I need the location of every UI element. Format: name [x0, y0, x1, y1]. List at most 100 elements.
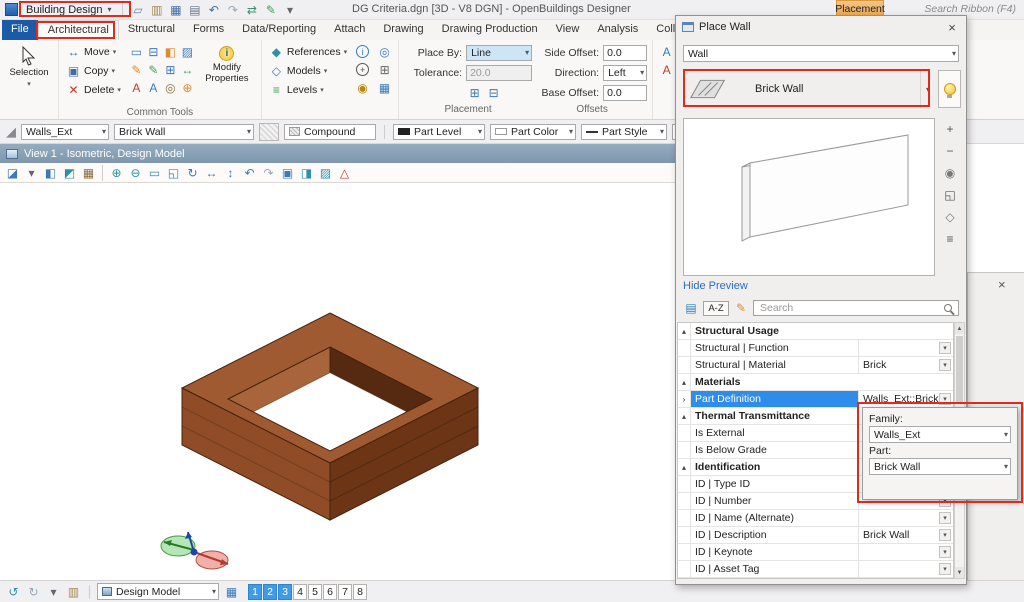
part-select[interactable]: Brick Wall ▾: [869, 458, 1011, 475]
previous-view-icon[interactable]: ↺: [5, 583, 22, 600]
zoom-previous-icon[interactable]: ↶: [241, 164, 258, 181]
place-text-icon[interactable]: A: [145, 79, 162, 96]
property-value-combo[interactable]: Brick▾: [859, 357, 953, 373]
measure-icon[interactable]: △: [336, 164, 353, 181]
models-folder-icon[interactable]: ▥: [65, 583, 82, 600]
text-style-a-icon[interactable]: A: [658, 43, 675, 60]
named-boundary-icon[interactable]: ▦: [376, 79, 393, 96]
clip-volume-icon[interactable]: ◨: [298, 164, 315, 181]
property-value-combo[interactable]: ▾: [859, 340, 953, 356]
view-display-mode-icon[interactable]: ◪: [4, 164, 21, 181]
explode-icon[interactable]: ⊕: [179, 79, 196, 96]
compound-swatch-icon[interactable]: [259, 123, 279, 141]
part-color-combo[interactable]: Part Color ▾: [490, 124, 576, 140]
search-box[interactable]: [753, 300, 959, 316]
wall-part-combo[interactable]: Brick Wall ▾: [114, 124, 254, 140]
dimension-style-a-icon[interactable]: A: [658, 61, 675, 78]
match-attributes-icon[interactable]: ✎: [145, 61, 162, 78]
render-icon[interactable]: ◉: [354, 79, 371, 96]
element-info-icon[interactable]: i: [356, 45, 369, 58]
scroll-up-icon[interactable]: ▲: [955, 323, 964, 334]
property-row[interactable]: ID | Asset Tag▾: [678, 561, 953, 578]
hide-preview-link[interactable]: Hide Preview: [683, 280, 748, 292]
print-icon[interactable]: ▤: [186, 2, 203, 18]
spotlight-icon[interactable]: ◉: [940, 164, 960, 182]
drop-element-icon[interactable]: ⊟: [145, 43, 162, 60]
models-button[interactable]: ◇Models▾: [267, 62, 349, 80]
undo-icon[interactable]: ↶: [205, 2, 222, 18]
zoom-out-icon[interactable]: ⊖: [127, 164, 144, 181]
view-toggle-3[interactable]: 3: [278, 584, 292, 600]
family-select[interactable]: Walls_Ext ▾: [869, 426, 1011, 443]
compound-combo[interactable]: Compound: [284, 124, 376, 140]
acs-icon[interactable]: ◎: [376, 43, 393, 60]
property-row[interactable]: Structural | Function▾: [678, 340, 953, 357]
part-style-combo[interactable]: Part Style ▾: [581, 124, 667, 140]
property-row[interactable]: ID | DescriptionBrick Wall▾: [678, 527, 953, 544]
scroll-down-icon[interactable]: ▼: [955, 567, 964, 578]
grid-lock-icon[interactable]: ⊞: [376, 61, 393, 78]
fit-view-icon[interactable]: ◱: [165, 164, 182, 181]
property-category-row[interactable]: ▴Materials: [678, 374, 953, 391]
toggle-light-button[interactable]: [938, 70, 961, 108]
save-icon[interactable]: ▦: [167, 2, 184, 18]
tab-data-reporting[interactable]: Data/Reporting: [233, 20, 325, 40]
wall-family-combo[interactable]: Walls_Ext ▾: [21, 124, 109, 140]
side-offset-input[interactable]: [603, 45, 647, 61]
property-value-combo[interactable]: Walls_Ext::Brick W▾: [859, 391, 953, 407]
tab-drawing[interactable]: Drawing: [374, 20, 432, 40]
zoom-in-icon[interactable]: ⊕: [108, 164, 125, 181]
sort-az-button[interactable]: A-Z: [703, 301, 729, 316]
tags-icon[interactable]: ◎: [162, 79, 179, 96]
render-cube-icon[interactable]: ◇: [940, 208, 960, 226]
fit-preview-icon[interactable]: ◱: [940, 186, 960, 204]
saved-views-icon[interactable]: ▦: [80, 164, 97, 181]
copy-view-icon[interactable]: ▣: [279, 164, 296, 181]
view-attributes-icon[interactable]: ◧: [42, 164, 59, 181]
part-level-combo[interactable]: Part Level ▾: [393, 124, 485, 140]
preview-options-icon[interactable]: ≡: [940, 230, 960, 248]
group-by-icon[interactable]: ▤: [683, 300, 699, 316]
property-value-combo[interactable]: ▾: [859, 561, 953, 577]
selection-tool-button[interactable]: Selection ▾: [5, 43, 53, 89]
property-value-combo[interactable]: ▾: [859, 544, 953, 560]
search-ribbon[interactable]: Search Ribbon (F4): [924, 3, 1016, 15]
view-window-titlebar[interactable]: View 1 - Isometric, Design Model: [0, 144, 682, 163]
offsets-toggle-b-icon[interactable]: ⊟: [485, 84, 502, 101]
view-toggle-4[interactable]: 4: [293, 584, 307, 600]
zoom-next-icon[interactable]: ↷: [260, 164, 277, 181]
view-toggle-5[interactable]: 5: [308, 584, 322, 600]
scrollbar-thumb[interactable]: [956, 336, 963, 402]
presentation-arrow-icon[interactable]: ▾: [23, 164, 40, 181]
offsets-toggle-a-icon[interactable]: ⊞: [466, 84, 483, 101]
tab-attach[interactable]: Attach: [325, 20, 374, 40]
redo-icon[interactable]: ↷: [224, 2, 241, 18]
hatch-area-icon[interactable]: ▨: [179, 43, 196, 60]
search-input[interactable]: [758, 301, 944, 315]
view-toggle-6[interactable]: 6: [323, 584, 337, 600]
levels-button[interactable]: ≡Levels▾: [267, 81, 349, 99]
collapse-icon[interactable]: ▴: [678, 408, 691, 424]
tab-forms[interactable]: Forms: [184, 20, 233, 40]
measure-distance-icon[interactable]: ↔: [179, 61, 196, 78]
property-row[interactable]: ID | Name (Alternate)▾: [678, 510, 953, 527]
view-toggle-2[interactable]: 2: [263, 584, 277, 600]
modify-properties-button[interactable]: i Modify Properties: [201, 43, 253, 85]
tab-analysis[interactable]: Analysis: [588, 20, 647, 40]
collapse-icon[interactable]: ▴: [678, 323, 691, 339]
new-file-icon[interactable]: ▱: [129, 2, 146, 18]
tab-architectural[interactable]: Architectural: [38, 20, 119, 40]
tab-drawing-production[interactable]: Drawing Production: [433, 20, 547, 40]
fence-tools-icon[interactable]: ▭: [128, 43, 145, 60]
annotate-pen-icon[interactable]: ✎: [262, 2, 279, 18]
tab-structural[interactable]: Structural: [119, 20, 184, 40]
view-toggle-1[interactable]: 1: [248, 584, 262, 600]
view-toggle-8[interactable]: 8: [353, 584, 367, 600]
base-offset-input[interactable]: [603, 85, 647, 101]
open-file-icon[interactable]: ▥: [148, 2, 165, 18]
property-value-combo[interactable]: ▾: [859, 510, 953, 526]
copy-button[interactable]: ▣Copy▾: [64, 62, 123, 80]
create-region-icon[interactable]: ◧: [162, 43, 179, 60]
references-button[interactable]: ◆References▾: [267, 43, 349, 61]
close-icon[interactable]: ×: [944, 20, 960, 35]
